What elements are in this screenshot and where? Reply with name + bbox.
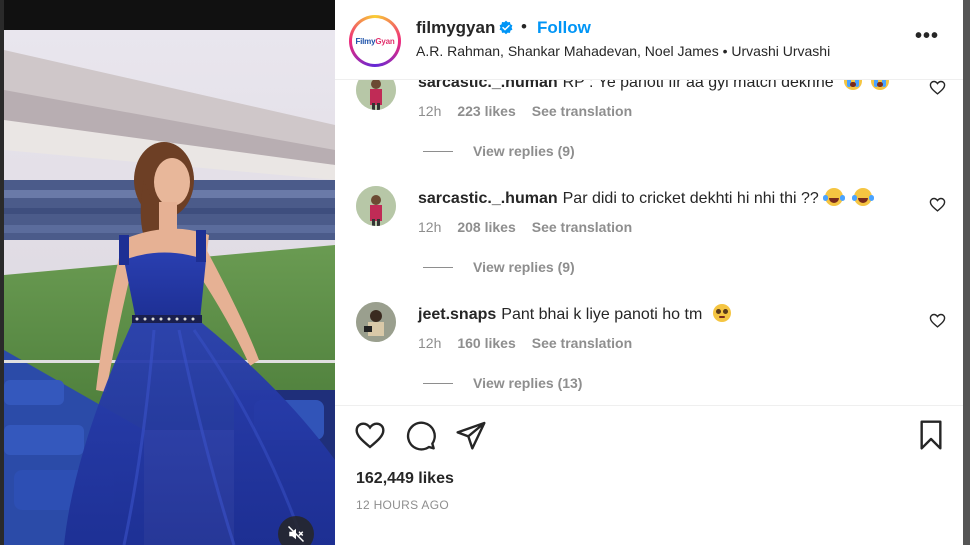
comment-bubble-icon[interactable]	[405, 419, 437, 451]
comment-time: 12h	[418, 103, 442, 119]
comment-username[interactable]: jeet.snaps	[418, 306, 496, 323]
share-paper-plane-icon[interactable]	[455, 419, 487, 451]
save-bookmark-icon[interactable]	[915, 419, 947, 451]
follow-button[interactable]: Follow	[537, 18, 591, 38]
comment-item: jeet.snaps Pant bhai k liye panoti ho tm …	[335, 302, 963, 405]
view-replies-button[interactable]: View replies (9)	[423, 259, 575, 275]
comment-text: RP : Ye panoti fir aa gyi match dekhne	[562, 80, 834, 91]
stadium-video-image	[4, 30, 335, 545]
edge-strip	[963, 0, 970, 545]
see-translation-link[interactable]: See translation	[532, 335, 632, 351]
avatar-logo: Filmy Gyan	[352, 18, 398, 64]
view-replies-label: View replies (9)	[473, 259, 575, 275]
commenter-avatar[interactable]	[356, 302, 396, 342]
replies-divider	[423, 266, 453, 268]
commenter-photo	[356, 302, 396, 342]
loudly-crying-face-icon	[870, 80, 889, 90]
header-separator: •	[521, 17, 527, 36]
heart-icon[interactable]	[929, 312, 946, 329]
loudly-crying-face-icon	[844, 80, 863, 90]
like-heart-icon[interactable]	[354, 419, 386, 451]
comment-time: 12h	[418, 335, 442, 351]
pleading-face-icon	[712, 304, 731, 322]
replies-divider	[423, 382, 453, 384]
avatar-logo-text-b: Gyan	[375, 36, 395, 46]
commenter-photo	[356, 80, 396, 110]
commenter-photo	[356, 186, 396, 226]
comment-likes[interactable]: 223 likes	[457, 103, 515, 119]
comment-item: sarcastic._.human Par didi to cricket dek…	[335, 186, 963, 302]
comment-time: 12h	[418, 219, 442, 235]
post-panel: Filmy Gyan filmygyan • Follow A.R. Rahman…	[335, 0, 963, 545]
comment-body: sarcastic._.human RP : Ye panoti fir aa g…	[418, 80, 889, 92]
comment-body: jeet.snaps Pant bhai k liye panoti ho tm	[418, 304, 731, 324]
comment-username[interactable]: sarcastic._.human	[418, 190, 558, 207]
view-replies-label: View replies (9)	[473, 143, 575, 159]
comment-meta: 12h 223 likes See translation	[418, 103, 648, 119]
comment-likes[interactable]: 160 likes	[457, 335, 515, 351]
view-replies-button[interactable]: View replies (9)	[423, 143, 575, 159]
view-replies-label: View replies (13)	[473, 375, 583, 391]
commenter-avatar[interactable]	[356, 186, 396, 226]
avatar-logo-text-a: Filmy	[355, 36, 376, 46]
post-timestamp: 12 HOURS AGO	[356, 498, 449, 512]
comment-likes[interactable]: 208 likes	[457, 219, 515, 235]
muted-speaker-icon	[287, 525, 305, 543]
comment-username[interactable]: sarcastic._.human	[418, 80, 558, 91]
comment-text: Par didi to cricket dekhti hi nhi thi ??	[562, 190, 819, 207]
post-actions: 162,449 likes 12 HOURS AGO	[335, 405, 963, 545]
video-frame[interactable]	[4, 30, 335, 545]
post-likes-count[interactable]: 162,449 likes	[356, 470, 454, 488]
post-media[interactable]	[0, 0, 335, 545]
comment-item: sarcastic._.human RP : Ye panoti fir aa g…	[335, 80, 963, 186]
heart-icon[interactable]	[929, 80, 946, 96]
comments-list: sarcastic._.human RP : Ye panoti fir aa g…	[335, 80, 963, 405]
comment-body: sarcastic._.human Par didi to cricket dek…	[418, 188, 874, 208]
post-header: Filmy Gyan filmygyan • Follow A.R. Rahman…	[335, 0, 963, 80]
comment-meta: 12h 208 likes See translation	[418, 219, 648, 235]
audio-attribution[interactable]: A.R. Rahman, Shankar Mahadevan, Noel Jam…	[416, 43, 830, 59]
mute-button[interactable]	[278, 516, 314, 545]
see-translation-link[interactable]: See translation	[532, 103, 632, 119]
tears-of-joy-face-icon	[823, 188, 846, 206]
view-replies-button[interactable]: View replies (13)	[423, 375, 582, 391]
comment-meta: 12h 160 likes See translation	[418, 335, 648, 351]
more-options-icon[interactable]: •••	[915, 25, 939, 48]
account-avatar[interactable]: Filmy Gyan	[349, 15, 401, 67]
see-translation-link[interactable]: See translation	[532, 219, 632, 235]
tears-of-joy-face-icon	[851, 188, 874, 206]
heart-icon[interactable]	[929, 196, 946, 213]
verified-badge-icon	[499, 20, 513, 35]
commenter-avatar[interactable]	[356, 80, 396, 110]
replies-divider	[423, 150, 453, 152]
comment-text: Pant bhai k liye panoti ho tm	[501, 306, 703, 323]
account-username[interactable]: filmygyan	[416, 18, 495, 38]
